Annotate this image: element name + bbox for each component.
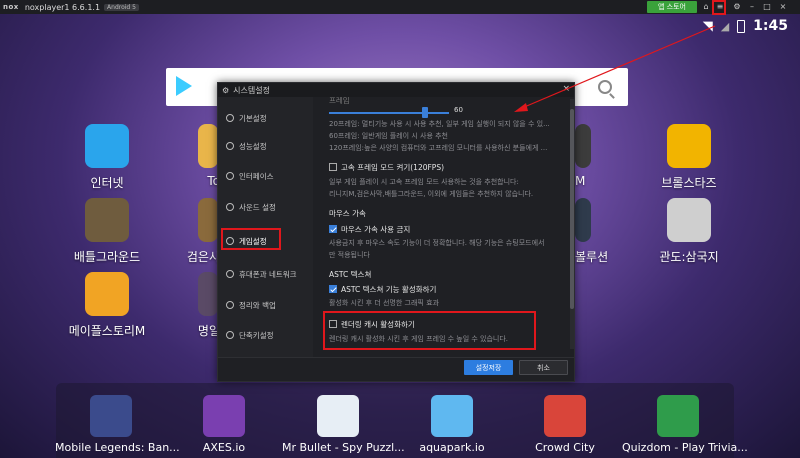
dialog-title: 시스템설정 xyxy=(233,85,270,95)
app-m[interactable]: M xyxy=(575,124,615,188)
app-gwando[interactable]: 관도:삼국지 xyxy=(634,198,744,265)
google-play-icon xyxy=(176,76,192,96)
mouse-accel-desc-2: 만 적용됩니다 xyxy=(329,251,370,259)
dock-app-mobile-legends[interactable]: Mobile Legends: Ban... xyxy=(55,395,180,454)
save-settings-button[interactable]: 설정저장 xyxy=(464,360,513,375)
backup-icon xyxy=(226,301,234,309)
maximize-icon[interactable]: □ xyxy=(762,2,772,12)
render-cache-highlight-box xyxy=(323,311,536,350)
dock-app-mr-bullet[interactable]: Mr Bullet - Spy Puzzl... xyxy=(282,395,405,454)
mr-bullet-icon xyxy=(317,395,359,437)
performance-icon xyxy=(226,142,234,150)
brawl-stars-icon xyxy=(667,124,711,168)
nox-logo: nox xyxy=(3,3,19,11)
frame-desc-120: 120프레임:높은 사양의 컴퓨터와 고프레임 모니터를 사용하신 분들에게 .… xyxy=(329,144,548,152)
phone-icon xyxy=(226,270,234,278)
sidebar-item-performance[interactable]: 성능설정 xyxy=(218,133,313,159)
slider-handle[interactable] xyxy=(422,107,428,118)
minimize-icon[interactable]: – xyxy=(747,2,757,12)
interface-icon xyxy=(226,172,234,180)
clock: 1:45 xyxy=(753,18,788,34)
sound-icon xyxy=(226,203,234,211)
signal-icon: ◢ xyxy=(720,19,730,33)
system-settings-dialog: ⚙ 시스템설정 × 기본설정 성능설정 인터페이스 사운드 설정 게임설정 휴대… xyxy=(217,82,575,382)
arknights-icon xyxy=(198,272,218,316)
close-icon[interactable]: × xyxy=(778,2,788,12)
settings-sidebar: 기본설정 성능설정 인터페이스 사운드 설정 게임설정 휴대폰과 네트워크 정리… xyxy=(218,97,313,357)
app-brawl-stars[interactable]: 브롤스타즈 xyxy=(634,124,744,191)
menu-highlight-box xyxy=(712,0,726,15)
sidebar-item-interface[interactable]: 인터페이스 xyxy=(218,163,313,189)
app-arknights[interactable]: 명일 xyxy=(160,272,220,339)
sidebar-item-basic[interactable]: 기본설정 xyxy=(218,105,313,131)
frame-heading: 프레임 xyxy=(329,97,350,105)
search-icon[interactable] xyxy=(598,80,612,94)
cancel-button[interactable]: 취소 xyxy=(519,360,568,375)
shirt-icon[interactable]: ⌂ xyxy=(701,2,711,12)
frame-desc-20: 20프레임: 멀티기능 사용 시 사용 추천, 일부 게임 실행이 되지 않을 … xyxy=(329,120,550,128)
home-icon xyxy=(226,114,234,122)
dock-app-quizdom[interactable]: Quizdom - Play Trivia... xyxy=(622,395,748,454)
dialog-close-icon[interactable]: × xyxy=(562,84,570,94)
axes-icon xyxy=(203,395,245,437)
mouse-accel-option[interactable]: 마우스 가속 사용 금지 xyxy=(329,224,410,235)
aquapark-icon xyxy=(431,395,473,437)
scrollbar-thumb[interactable] xyxy=(570,109,574,309)
dock-app-aquapark[interactable]: aquapark.io xyxy=(396,395,508,454)
app-to[interactable]: To xyxy=(160,124,220,188)
mobile-legends-icon xyxy=(90,395,132,437)
frame-rate-slider[interactable] xyxy=(329,107,449,119)
app-maplestory[interactable]: 메이플스토리M xyxy=(52,272,162,339)
frame-desc-60: 60프레임: 일반게임 플레이 시 사용 추천 xyxy=(329,132,448,140)
app-battlegrounds[interactable]: 배틀그라운드 xyxy=(52,198,162,265)
crowd-city-icon xyxy=(544,395,586,437)
quizdom-icon xyxy=(657,395,699,437)
android-version-badge: Android 5 xyxy=(104,3,139,11)
high-fps-desc-2: 리니지M,검은사막,배틀그라운드, 이외에 게임들은 추천하지 않습니다. xyxy=(329,190,534,198)
content-scrollbar[interactable] xyxy=(570,99,574,349)
dialog-header: ⚙ 시스템설정 × xyxy=(218,83,574,97)
app-evolution[interactable]: 볼루션 xyxy=(575,198,615,265)
app-black-desert[interactable]: 검은사 xyxy=(160,198,220,265)
window-title: noxplayer1 6.6.1.1 xyxy=(24,2,101,12)
high-fps-option[interactable]: 고속 프레임 모드 켜기(120FPS) xyxy=(329,162,444,173)
folder-icon xyxy=(198,124,218,168)
sidebar-item-phone-network[interactable]: 휴대폰과 네트워크 xyxy=(218,261,313,287)
mouse-accel-desc-1: 사용금지 후 마우스 속도 기능이 더 정확합니다. 해당 기능은 슈팅모드에서 xyxy=(329,239,545,247)
sidebar-item-shortcuts[interactable]: 단축키설정 xyxy=(218,322,313,348)
android-status-bar: ◥ ◢ 1:45 xyxy=(703,18,788,34)
mouse-accel-heading: 마우스 가속 xyxy=(329,209,366,218)
astc-desc: 활성화 시킨 후 더 선명한 그래픽 효과 xyxy=(329,299,439,307)
window-titlebar: nox noxplayer1 6.6.1.1 Android 5 앱 스토어 ⌂… xyxy=(0,0,800,14)
wifi-icon: ◥ xyxy=(702,18,713,34)
sidebar-item-sound[interactable]: 사운드 설정 xyxy=(218,194,313,220)
sidebar-item-backup[interactable]: 정리와 백업 xyxy=(218,292,313,318)
mouse-accel-checkbox[interactable] xyxy=(329,225,337,233)
gwando-icon xyxy=(667,198,711,242)
high-fps-desc-1: 일부 게임 플레이 시 고속 프레임 모드 사용하는 것을 추천합니다: xyxy=(329,178,519,186)
battery-icon xyxy=(737,19,746,33)
game-settings-highlight-box xyxy=(221,228,281,250)
keyboard-icon xyxy=(226,331,234,339)
globe-icon xyxy=(85,124,129,168)
high-fps-checkbox[interactable] xyxy=(329,163,337,171)
settings-gear-icon: ⚙ xyxy=(222,85,230,95)
black-desert-icon xyxy=(198,198,218,242)
astc-checkbox[interactable] xyxy=(329,285,337,293)
maplestory-icon xyxy=(85,272,129,316)
m-app-icon xyxy=(575,124,591,168)
app-internet[interactable]: 인터넷 xyxy=(52,124,162,191)
battlegrounds-icon xyxy=(85,198,129,242)
dock-app-axes[interactable]: AXES.io xyxy=(168,395,280,454)
astc-option[interactable]: ASTC 텍스쳐 기능 활성화하기 xyxy=(329,284,436,295)
astc-heading: ASTC 텍스쳐 xyxy=(329,270,372,279)
gear-icon[interactable]: ⚙ xyxy=(732,2,742,12)
frame-rate-value: 60 xyxy=(454,106,463,114)
dock-app-crowd-city[interactable]: Crowd City xyxy=(509,395,621,454)
app-store-button[interactable]: 앱 스토어 xyxy=(647,1,697,13)
evolution-icon xyxy=(575,198,591,242)
